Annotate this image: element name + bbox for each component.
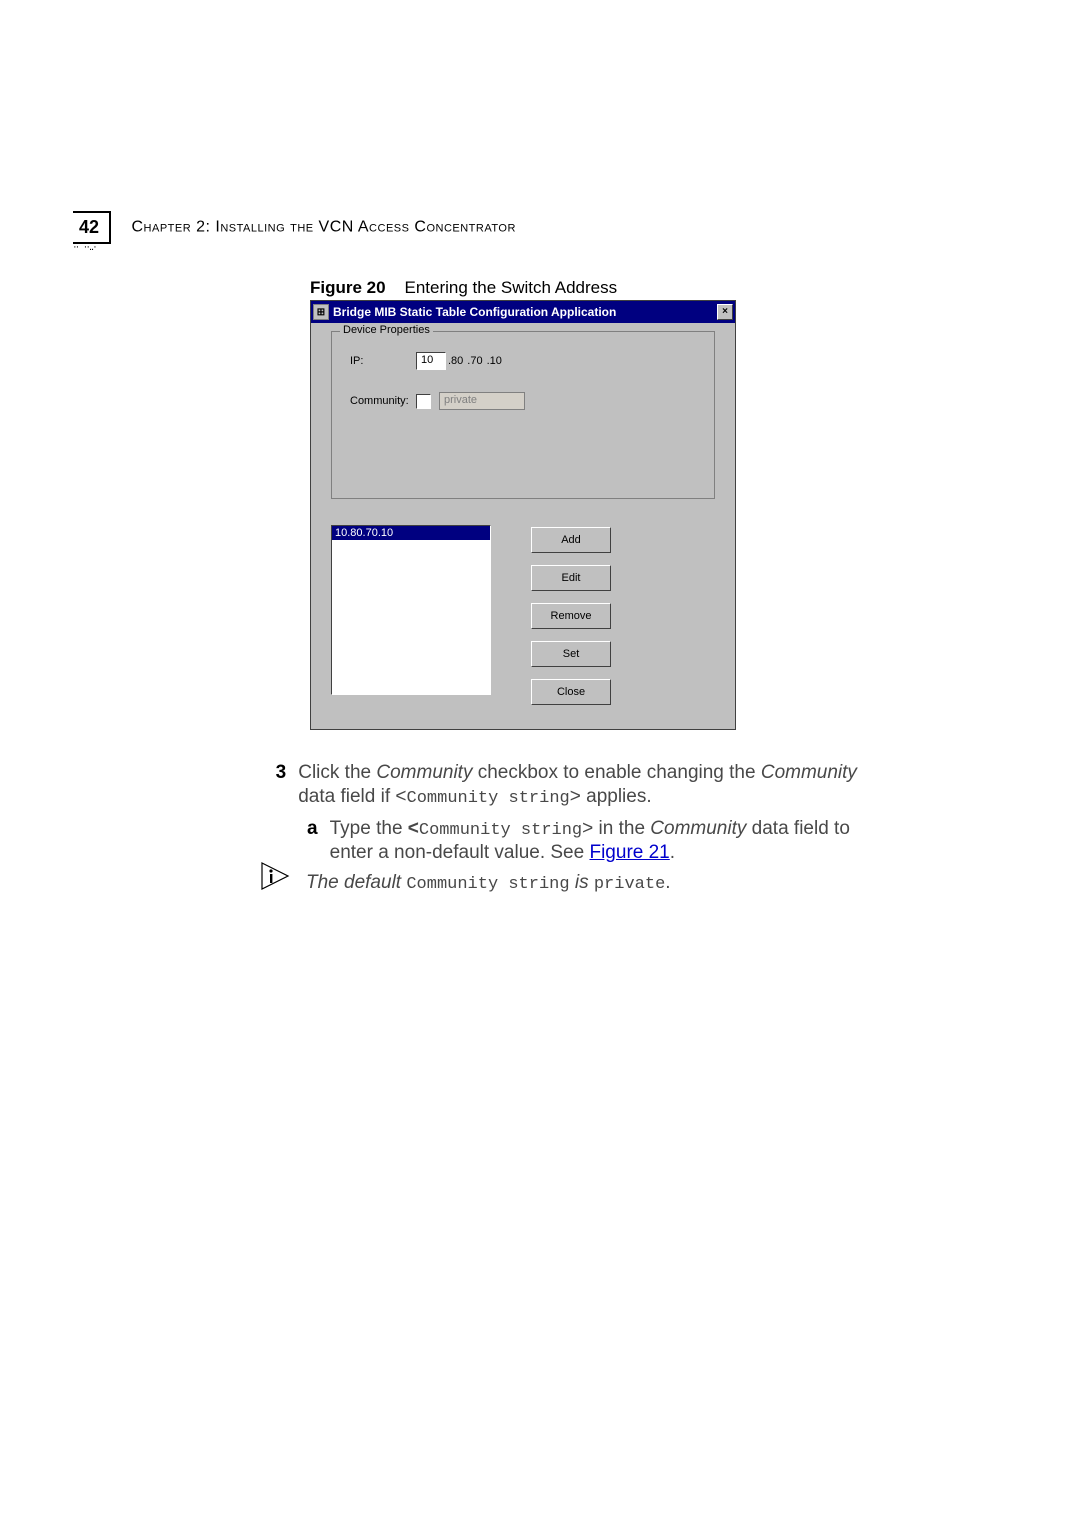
community-input[interactable]: private: [439, 392, 525, 410]
figure-caption: Figure 20 Entering the Switch Address: [310, 278, 617, 298]
figure-number: Figure 20: [310, 278, 386, 297]
step-3-text: Click the Community checkbox to enable c…: [298, 761, 892, 809]
ip-row: IP: 10 .80 .70 .10: [350, 352, 696, 370]
close-icon[interactable]: ×: [717, 304, 733, 320]
ip-octet-3: .70: [467, 355, 482, 367]
page-number: 42: [73, 211, 111, 244]
decorative-dots: ··˙˙··..·: [73, 241, 137, 261]
lower-area: 10.80.70.10 Add Edit Remove Set Close: [331, 525, 715, 705]
page-header: 42 Chapter 2: Installing the VCN Access …: [73, 211, 543, 244]
button-column: Add Edit Remove Set Close: [531, 525, 611, 705]
fieldset-legend: Device Properties: [340, 324, 433, 336]
device-properties-fieldset: Device Properties IP: 10 .80 .70 .10 Com…: [331, 331, 715, 499]
ip-label: IP:: [350, 355, 416, 367]
window-title: Bridge MIB Static Table Configuration Ap…: [333, 305, 616, 319]
remove-button[interactable]: Remove: [531, 603, 611, 629]
step-a-text: Type the <Community string> in the Commu…: [330, 817, 892, 865]
add-button[interactable]: Add: [531, 527, 611, 553]
community-label: Community:: [350, 395, 416, 407]
device-listbox[interactable]: 10.80.70.10: [331, 525, 491, 695]
set-button[interactable]: Set: [531, 641, 611, 667]
ip-octet-4: .10: [487, 355, 502, 367]
community-row: Community: private: [350, 392, 696, 410]
community-checkbox[interactable]: [416, 394, 431, 409]
step-3: 3 Click the Community checkbox to enable…: [272, 761, 892, 809]
info-icon: [260, 861, 294, 891]
figure-link[interactable]: Figure 21: [589, 842, 669, 863]
default-note: The default Community string is private.: [306, 871, 892, 895]
titlebar: ⊞ Bridge MIB Static Table Configuration …: [311, 301, 735, 323]
ip-octet-2: .80: [448, 355, 463, 367]
body-text: 3 Click the Community checkbox to enable…: [272, 761, 892, 895]
edit-button[interactable]: Edit: [531, 565, 611, 591]
step-a: a Type the <Community string> in the Com…: [306, 817, 892, 865]
ip-octet-1[interactable]: 10: [416, 352, 446, 370]
step-letter: a: [306, 817, 318, 865]
window-icon: ⊞: [313, 304, 329, 320]
figure-title: Entering the Switch Address: [405, 278, 618, 297]
list-item[interactable]: 10.80.70.10: [332, 526, 490, 540]
close-button[interactable]: Close: [531, 679, 611, 705]
step-number: 3: [272, 761, 286, 809]
chapter-label: Chapter 2: Installing the VCN Access Con…: [131, 219, 515, 236]
dialog-window: ⊞ Bridge MIB Static Table Configuration …: [310, 300, 736, 730]
